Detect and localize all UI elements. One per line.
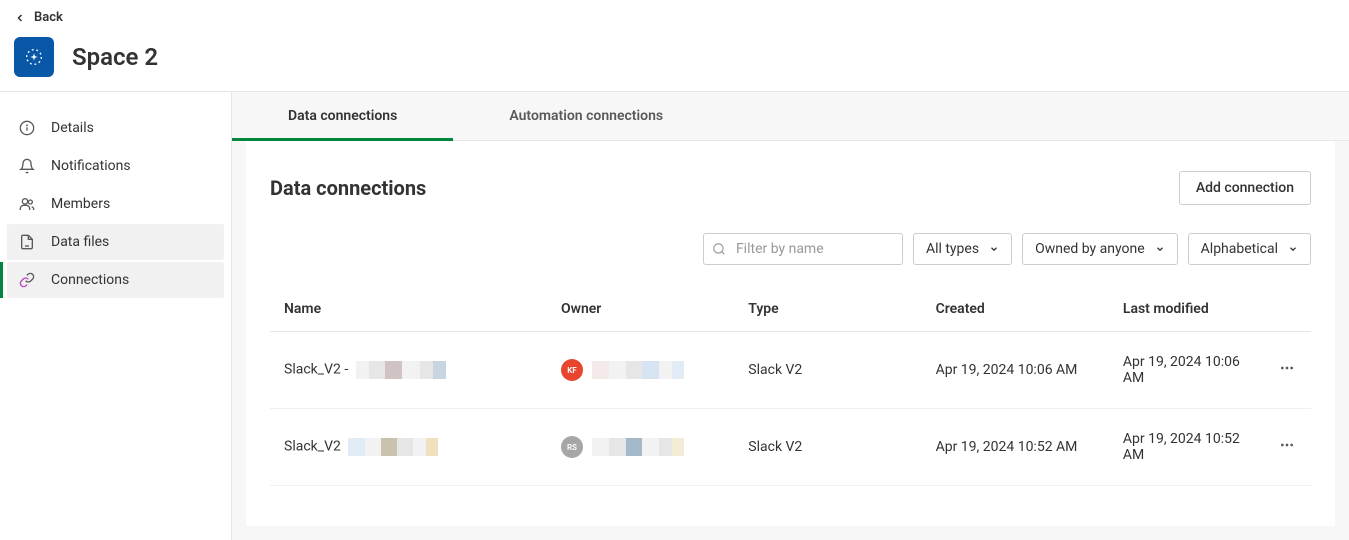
sidebar-item-data-files[interactable]: Data files xyxy=(7,224,224,260)
add-connection-button[interactable]: Add connection xyxy=(1179,171,1311,205)
connections-table: Name Owner Type Created Last modified Sl… xyxy=(270,287,1311,486)
redacted-text xyxy=(356,361,446,379)
dots-horizontal-icon xyxy=(1279,437,1295,453)
sidebar-item-label: Details xyxy=(51,120,94,136)
sidebar-item-members[interactable]: Members xyxy=(7,186,224,222)
tab-label: Automation connections xyxy=(509,108,663,124)
file-icon xyxy=(19,234,35,250)
filter-owner-dropdown[interactable]: Owned by anyone xyxy=(1022,233,1178,265)
sidebar-item-label: Notifications xyxy=(51,158,131,174)
info-icon xyxy=(19,120,35,136)
sparkle-badge-icon xyxy=(23,46,45,68)
cell-type: Slack V2 xyxy=(738,332,925,409)
avatar: RS xyxy=(561,436,583,458)
redacted-text xyxy=(592,438,684,456)
table-row[interactable]: Slack_V2 RS Slack V2 Apr 19, xyxy=(270,409,1311,486)
tabs: Data connections Automation connections xyxy=(232,92,1349,141)
column-header-name[interactable]: Name xyxy=(270,287,551,332)
more-actions-button[interactable] xyxy=(1279,437,1301,453)
space-icon xyxy=(14,37,54,77)
cell-name: Slack_V2 - xyxy=(270,332,551,409)
sidebar-item-label: Members xyxy=(51,196,110,212)
sort-dropdown[interactable]: Alphabetical xyxy=(1188,233,1311,265)
search-box xyxy=(703,233,903,265)
cell-owner: RS xyxy=(551,409,738,486)
column-header-modified[interactable]: Last modified xyxy=(1113,287,1269,332)
cell-created: Apr 19, 2024 10:06 AM xyxy=(926,332,1113,409)
space-title-row: Space 2 xyxy=(14,37,1335,77)
sidebar-item-label: Data files xyxy=(51,234,109,250)
cell-modified: Apr 19, 2024 10:06 AM xyxy=(1113,332,1269,409)
cell-modified: Apr 19, 2024 10:52 AM xyxy=(1113,409,1269,486)
column-header-owner[interactable]: Owner xyxy=(551,287,738,332)
avatar: KF xyxy=(561,359,583,381)
tab-data-connections[interactable]: Data connections xyxy=(232,92,453,140)
back-button[interactable]: Back xyxy=(14,10,1335,25)
tab-automation-connections[interactable]: Automation connections xyxy=(453,92,719,140)
back-label: Back xyxy=(34,10,63,25)
cell-created: Apr 19, 2024 10:52 AM xyxy=(926,409,1113,486)
column-header-type[interactable]: Type xyxy=(738,287,925,332)
dots-horizontal-icon xyxy=(1279,360,1295,376)
sidebar: Details Notifications Members Data files… xyxy=(0,92,232,540)
cell-name: Slack_V2 xyxy=(270,409,551,486)
column-header-created[interactable]: Created xyxy=(926,287,1113,332)
sidebar-item-label: Connections xyxy=(51,272,129,288)
search-icon xyxy=(712,242,726,256)
table-header-row: Name Owner Type Created Last modified xyxy=(270,287,1311,332)
filter-type-dropdown[interactable]: All types xyxy=(913,233,1012,265)
members-icon xyxy=(19,196,35,212)
filter-by-name-input[interactable] xyxy=(703,233,903,265)
sidebar-item-details[interactable]: Details xyxy=(7,110,224,146)
cell-owner: KF xyxy=(551,332,738,409)
tab-label: Data connections xyxy=(288,108,397,124)
sidebar-item-connections[interactable]: Connections xyxy=(7,262,224,298)
table-row[interactable]: Slack_V2 - KF Slack V2 Apr 19 xyxy=(270,332,1311,409)
page-header: Back Space 2 xyxy=(0,0,1349,92)
connections-icon xyxy=(19,272,35,288)
panel-header: Data connections Add connection xyxy=(270,171,1311,205)
panel-title: Data connections xyxy=(270,176,426,200)
bell-icon xyxy=(19,158,35,174)
content-area: Data connections Automation connections … xyxy=(232,92,1349,540)
filters-row: All types Owned by anyone Alphabetical xyxy=(270,233,1311,265)
more-actions-button[interactable] xyxy=(1279,360,1301,376)
redacted-text xyxy=(348,438,438,456)
column-header-actions xyxy=(1269,287,1311,332)
space-title: Space 2 xyxy=(72,43,158,71)
dropdown-label: All types xyxy=(926,241,979,257)
sidebar-item-notifications[interactable]: Notifications xyxy=(7,148,224,184)
chevron-down-icon xyxy=(1288,244,1298,254)
dropdown-label: Alphabetical xyxy=(1201,241,1278,257)
cell-type: Slack V2 xyxy=(738,409,925,486)
chevron-left-icon xyxy=(14,12,26,24)
redacted-text xyxy=(592,361,684,379)
chevron-down-icon xyxy=(1155,244,1165,254)
chevron-down-icon xyxy=(989,244,999,254)
dropdown-label: Owned by anyone xyxy=(1035,241,1145,257)
connections-panel: Data connections Add connection All type… xyxy=(246,141,1335,526)
